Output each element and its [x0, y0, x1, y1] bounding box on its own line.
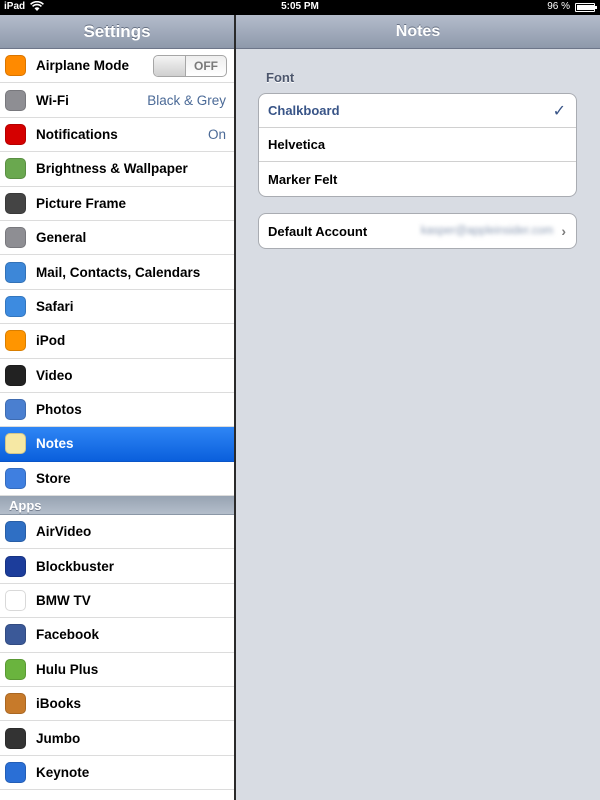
notepad-icon [5, 433, 26, 455]
sidebar-item-value: Black & Grey [147, 92, 226, 108]
toggle-state-label: OFF [194, 58, 218, 73]
airplane-mode-toggle[interactable]: OFF [153, 54, 227, 77]
font-option-marker-felt[interactable]: Marker Felt [259, 162, 576, 196]
store-icon [5, 467, 26, 489]
sidebar-item-label: Jumbo [36, 730, 81, 746]
sidebar-item-bmw-tv[interactable]: BMW TV [0, 583, 234, 619]
sidebar-item-notes[interactable]: Notes [0, 427, 234, 462]
sidebar-item-mail-contacts-calendars[interactable]: Mail, Contacts, Calendars [0, 255, 234, 290]
sidebar-item-label: Video [36, 367, 73, 383]
sidebar-item-label: Blockbuster [36, 558, 115, 574]
settings-master-panel: Settings Airplane Mode OFF Wi-Fi Black & Gr… [0, 15, 234, 800]
font-group-label: Font [266, 70, 295, 85]
settings-title: Settings [83, 21, 151, 41]
font-option-label: Helvetica [268, 137, 326, 152]
gear-icon [5, 227, 26, 249]
sidebar-item-picture-frame[interactable]: Picture Frame [0, 186, 234, 221]
sidebar-item-label: Notifications [36, 126, 118, 142]
notes-title: Notes [395, 22, 441, 40]
sidebar-item-hulu-plus[interactable]: Hulu Plus [0, 652, 234, 688]
notifications-icon [5, 123, 26, 145]
hulu-icon [5, 658, 26, 680]
font-option-label: Marker Felt [268, 171, 338, 187]
sidebar-item-label: General [36, 230, 87, 246]
sidebar-item-notifications[interactable]: Notifications On [0, 117, 234, 153]
sidebar-item-label: Facebook [36, 627, 100, 643]
sidebar-item-photos[interactable]: Photos [0, 392, 234, 428]
sunflower-icon [5, 399, 26, 421]
font-option-chalkboard[interactable]: Chalkboard ✓ [259, 94, 576, 128]
settings-navbar: Settings [0, 15, 234, 49]
sidebar-item-label: Airplane Mode [36, 58, 130, 74]
sidebar-item-label: Safari [36, 298, 74, 314]
sidebar-item-value: On [207, 126, 226, 142]
sidebar-item-label: Mail, Contacts, Calendars [36, 264, 201, 280]
sidebar-item-label: iPod [36, 333, 66, 349]
default-account-label: Default Account [268, 223, 368, 239]
sidebar-item-label: Photos [36, 402, 82, 418]
sidebar-item-label: Picture Frame [36, 195, 127, 211]
ibooks-icon [5, 693, 26, 715]
chevron-right-icon: › [561, 223, 566, 239]
sidebar-item-ibooks[interactable]: iBooks [0, 687, 234, 722]
account-group: Default Account kasper@appleinsider.com … [258, 213, 577, 249]
status-bar: iPad 5:05 PM 96 % [0, 0, 600, 15]
blockbuster-icon [5, 555, 26, 577]
wifi-icon [5, 89, 26, 111]
font-option-label: Chalkboard [268, 103, 340, 118]
keynote-icon [5, 762, 26, 783]
apps-section-header: Apps [0, 496, 234, 516]
sidebar-item-label: Wi-Fi [36, 92, 69, 108]
clapper-icon [5, 364, 26, 386]
sidebar-item-brightness-wallpaper[interactable]: Brightness & Wallpaper [0, 152, 234, 187]
default-account-row[interactable]: Default Account kasper@appleinsider.com … [259, 214, 576, 248]
sidebar-item-label: Keynote [36, 765, 90, 780]
airplane-icon [5, 55, 26, 77]
sidebar-item-video[interactable]: Video [0, 358, 234, 393]
facebook-icon [5, 624, 26, 646]
settings-list: Airplane Mode OFF Wi-Fi Black & Grey Notific… [0, 49, 234, 791]
sidebar-item-jumbo[interactable]: Jumbo [0, 721, 234, 756]
checkmark-icon: ✓ [552, 102, 566, 120]
sidebar-item-label: Hulu Plus [36, 661, 99, 677]
sidebar-item-airplane-mode[interactable]: Airplane Mode OFF [0, 49, 234, 84]
ipod-icon [5, 330, 26, 352]
sidebar-item-label: Notes [36, 436, 74, 452]
flower-icon [5, 158, 26, 180]
sidebar-item-label: Store [36, 470, 71, 486]
sidebar-item-label: AirVideo [36, 524, 92, 540]
sidebar-item-ipod[interactable]: iPod [0, 324, 234, 359]
jumbo-icon [5, 727, 26, 749]
notes-detail-panel: Notes Font Chalkboard ✓ Helvetica Marker Fe… [236, 15, 600, 800]
default-account-value: kasper@appleinsider.com [420, 225, 554, 237]
compass-icon [5, 295, 26, 317]
mail-icon [5, 261, 26, 283]
clock: 5:05 PM [281, 1, 319, 12]
battery-icon [575, 3, 597, 12]
font-option-helvetica[interactable]: Helvetica [259, 128, 576, 162]
picture-frame-icon [5, 192, 26, 214]
sidebar-item-safari[interactable]: Safari [0, 289, 234, 325]
font-options-group: Chalkboard ✓ Helvetica Marker Felt [258, 93, 577, 197]
sidebar-item-keynote[interactable]: Keynote [0, 755, 234, 791]
sidebar-item-general[interactable]: General [0, 220, 234, 256]
sidebar-item-blockbuster[interactable]: Blockbuster [0, 549, 234, 584]
toggle-knob [154, 55, 186, 76]
sidebar-item-label: Brightness & Wallpaper [36, 161, 188, 177]
bmw-icon [5, 590, 26, 612]
notes-navbar: Notes [236, 15, 600, 49]
sidebar-item-label: BMW TV [36, 593, 91, 609]
airvideo-icon [5, 521, 26, 543]
sidebar-item-airvideo[interactable]: AirVideo [0, 515, 234, 550]
sidebar-item-store[interactable]: Store [0, 461, 234, 497]
sidebar-item-label: iBooks [36, 696, 82, 712]
battery-percent: 96 % [547, 1, 570, 12]
sidebar-item-facebook[interactable]: Facebook [0, 618, 234, 653]
sidebar-item-wi-fi[interactable]: Wi-Fi Black & Grey [0, 83, 234, 118]
